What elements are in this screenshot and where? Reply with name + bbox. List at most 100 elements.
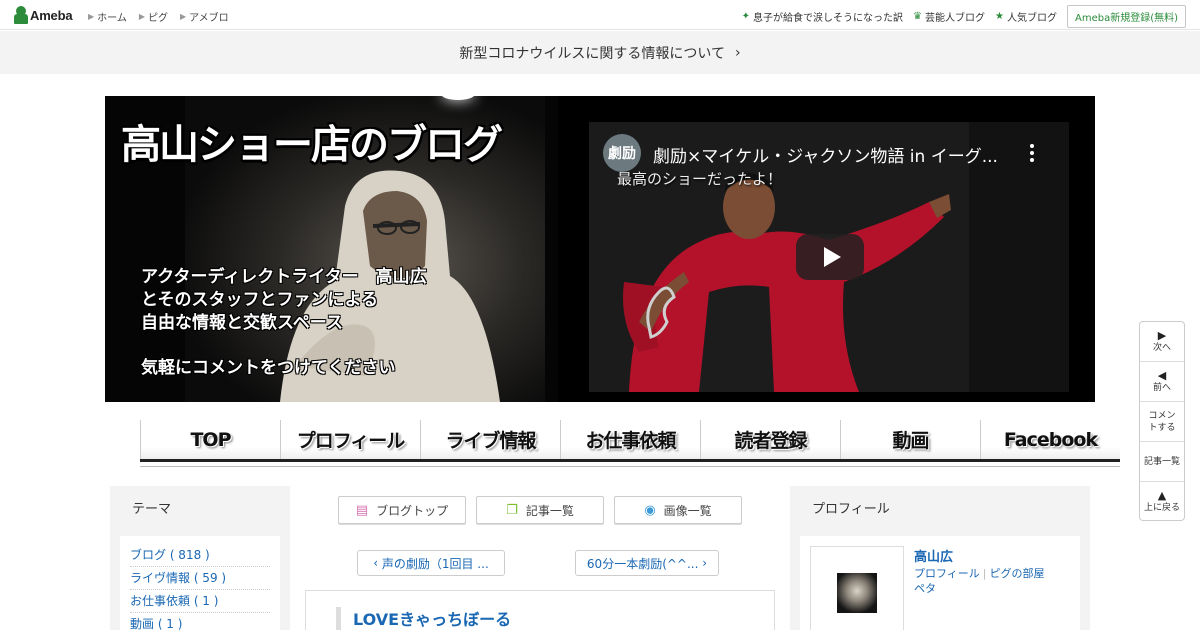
theme-item-blog[interactable]: ブログ ( 818 ) <box>130 544 270 567</box>
divider: | <box>982 567 987 580</box>
chevron-left-icon: ‹ <box>373 556 382 570</box>
theme-item-video[interactable]: 動画 ( 1 ) <box>130 613 270 630</box>
menu-subscribe[interactable]: 読者登録 <box>700 420 840 459</box>
menu-top[interactable]: TOP <box>140 420 280 459</box>
global-header: Ameba ▶ ホーム ▶ ピグ ▶ アメブロ ✦ 息子が給食で涙しそうになった訳 ♛ 芸… <box>0 0 1200 30</box>
ameba-logo[interactable]: Ameba <box>14 6 73 24</box>
play-button[interactable] <box>796 234 864 280</box>
copy-icon: ❐ <box>506 502 518 518</box>
more-vert-icon[interactable] <box>1029 144 1035 162</box>
article-list-float-button[interactable]: 記事一覧 <box>1140 442 1184 482</box>
theme-list: ブログ ( 818 ) ライヴ情報 ( 59 ) お仕事依頼 ( 1 ) 動画 … <box>120 536 280 630</box>
description-line: とそのスタッフとファンによる <box>141 290 378 310</box>
register-button[interactable]: Ameba新規登録(無料) <box>1066 5 1186 28</box>
logo-text: Ameba <box>30 7 73 23</box>
chevron-right-icon: › <box>734 44 741 61</box>
blog-description: アクターディレクトライター 高山広 とそのスタッフとファンによる 自由な情報と交… <box>141 266 427 380</box>
channel-avatar[interactable]: 劇励 <box>603 134 641 172</box>
triangle-up-icon: ▲ <box>1157 489 1167 502</box>
next-article-label: 60分一本劇励(^^... <box>586 556 699 571</box>
article-list-label: 記事一覧 <box>525 503 574 518</box>
floating-nav: ▶ 次へ ◀ 前へ コメントする 記事一覧 ▲ 上に戻る <box>1139 321 1185 521</box>
profile-links: プロフィール | ピグの部屋 ペタ <box>914 566 1064 596</box>
nav-label: ピグ <box>148 13 169 24</box>
nav-pigg-link[interactable]: ▶ ピグ <box>139 9 168 24</box>
image-list-button[interactable]: ◉ 画像一覧 <box>614 496 742 524</box>
trend-label: 息子が給食で涙しそうになった訳 <box>753 13 904 24</box>
theme-sidebar: テーマ ブログ ( 818 ) ライヴ情報 ( 59 ) お仕事依頼 ( 1 )… <box>110 486 290 630</box>
pigg-room-link[interactable]: ピグの部屋 <box>990 567 1045 580</box>
nav-label: ホーム <box>97 13 127 24</box>
blog-top-button[interactable]: ▤ ブログトップ <box>338 496 466 524</box>
top-label: 上に戻る <box>1143 503 1180 513</box>
camera-icon: ◉ <box>644 502 656 518</box>
menu-live-info[interactable]: ライブ情報 <box>420 420 560 459</box>
celebrity-blog-link[interactable]: ♛ 芸能人ブログ <box>913 9 985 24</box>
description-line: 気軽にコメントをつけてください <box>141 358 396 378</box>
menu-video[interactable]: 動画 <box>840 420 980 459</box>
trend-link[interactable]: ✦ 息子が給食で涙しそうになった訳 <box>742 9 903 24</box>
chevron-right-icon: ▶ <box>88 12 95 21</box>
avatar[interactable] <box>810 546 904 630</box>
profile-sidebar: プロフィール 高山広 プロフィール | ピグの部屋 ペタ <box>790 486 1090 630</box>
profile-name[interactable]: 高山広 <box>914 546 953 565</box>
sparkle-icon: ✦ <box>741 11 751 22</box>
youtube-embed[interactable]: 劇励 劇励×マイケル・ジャクソン物語 in イーグ... 最高のショーだったよ！ <box>589 122 1069 392</box>
prev-article-label: 声の劇励（1回目 ... <box>381 556 489 571</box>
ameba-logo-icon <box>14 6 28 24</box>
theme-item-work[interactable]: お仕事依頼 ( 1 ) <box>130 590 270 613</box>
next-label: 次へ <box>1152 342 1171 353</box>
prev-article-button[interactable]: ‹ 声の劇励（1回目 ... <box>357 550 505 576</box>
image-list-label: 画像一覧 <box>663 503 712 518</box>
list-label: 記事一覧 <box>1143 456 1180 467</box>
peta-link[interactable]: ペタ <box>914 582 936 595</box>
star-icon: ★ <box>995 11 1004 22</box>
triangle-right-icon: ▶ <box>1157 328 1167 342</box>
profile-link[interactable]: プロフィール <box>914 567 980 580</box>
profile-heading: プロフィール <box>812 502 890 517</box>
menu-work-request[interactable]: お仕事依頼 <box>560 420 700 459</box>
covid-notice-link[interactable]: 新型コロナウイルスに関する情報について › <box>0 31 1200 74</box>
header-image: 高山ショー店のブログ アクターディレクトライター 高山広 とそのスタッフとファン… <box>105 96 558 402</box>
article-card: LOVEきゃっちぼーる <box>305 590 775 630</box>
description-line: アクターディレクトライター 高山広 <box>141 267 427 287</box>
description-line: 自由な情報と交歓スペース <box>141 313 343 333</box>
popular-blog-link[interactable]: ★ 人気ブログ <box>995 9 1057 24</box>
notice-text: 新型コロナウイルスに関する情報について <box>459 45 725 62</box>
prev-label: 前へ <box>1152 382 1171 393</box>
chevron-right-icon: ▶ <box>138 12 146 21</box>
article-list-button[interactable]: ❐ 記事一覧 <box>476 496 604 524</box>
chevron-right-icon: › <box>698 556 708 570</box>
comment-label: コメントする <box>1148 410 1176 433</box>
blog-menu: TOP プロフィール ライブ情報 お仕事依頼 読者登録 動画 Facebook <box>140 420 1120 467</box>
nav-home-link[interactable]: ▶ ホーム <box>88 9 127 24</box>
menu-profile[interactable]: プロフィール <box>280 420 420 459</box>
next-article-button[interactable]: 60分一本劇励(^^... › <box>575 550 719 576</box>
menu-facebook[interactable]: Facebook <box>980 420 1120 459</box>
theme-heading: テーマ <box>132 502 172 517</box>
blog-header-banner[interactable]: 高山ショー店のブログ アクターディレクトライター 高山広 とそのスタッフとファン… <box>105 96 1095 402</box>
chevron-right-icon: ▶ <box>180 12 187 21</box>
nav-label: アメブロ <box>189 13 229 24</box>
video-title[interactable]: 劇励×マイケル・ジャクソン物語 in イーグ... <box>653 142 1013 167</box>
article-title[interactable]: LOVEきゃっちぼーる <box>336 607 511 630</box>
prev-button[interactable]: ◀ 前へ <box>1140 362 1184 402</box>
header-links: ✦ 息子が給食で涙しそうになった訳 ♛ 芸能人ブログ ★ 人気ブログ Ameba新規登… <box>742 5 1186 28</box>
document-icon: ▤ <box>355 502 369 518</box>
profile-card: 高山広 プロフィール | ピグの部屋 ペタ <box>800 536 1080 630</box>
crown-icon: ♛ <box>913 11 923 22</box>
popular-label: 人気ブログ <box>1006 13 1057 24</box>
next-button[interactable]: ▶ 次へ <box>1140 322 1184 362</box>
celebrity-label: 芸能人ブログ <box>925 13 986 24</box>
blog-title: 高山ショー店のブログ <box>121 122 503 168</box>
back-to-top-button[interactable]: ▲ 上に戻る <box>1140 482 1184 522</box>
avatar-image <box>837 573 877 613</box>
theme-item-live[interactable]: ライヴ情報 ( 59 ) <box>130 567 270 590</box>
blog-top-label: ブログトップ <box>376 503 449 518</box>
triangle-left-icon: ◀ <box>1157 368 1167 382</box>
nav-ameblo-link[interactable]: ▶ アメブロ <box>180 9 229 24</box>
global-nav: ▶ ホーム ▶ ピグ ▶ アメブロ <box>88 9 241 24</box>
video-caption: 最高のショーだったよ！ <box>617 170 783 188</box>
comment-button[interactable]: コメントする <box>1140 402 1184 442</box>
play-icon <box>823 247 841 267</box>
